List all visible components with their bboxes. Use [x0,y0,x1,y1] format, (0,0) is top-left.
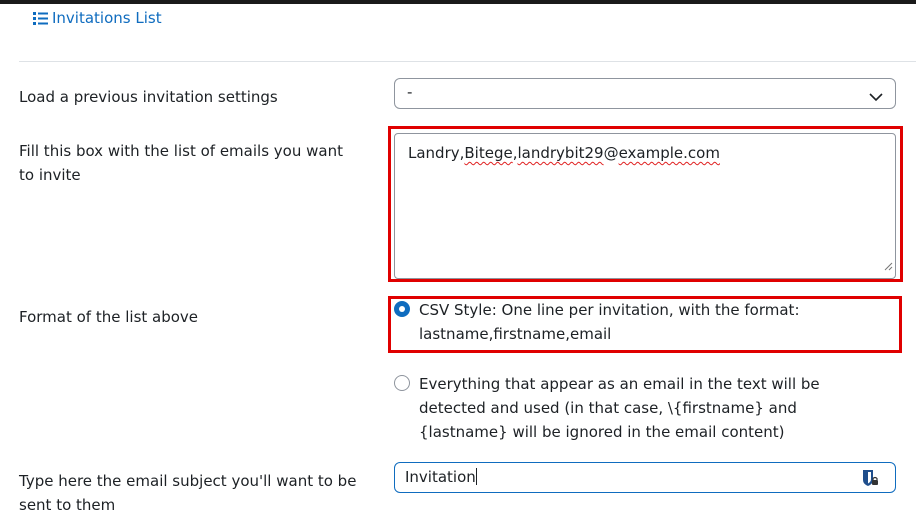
resize-grip-icon[interactable] [884,256,893,276]
detect-emails-radio[interactable] [394,375,410,391]
load-settings-selected-value: - [407,83,413,101]
invitations-list-link[interactable]: Invitations List [33,9,162,27]
emails-text-misspelled: example.com [618,144,720,162]
list-icon [33,11,48,25]
chevron-down-icon [869,88,883,106]
top-bar [0,0,916,4]
emails-text-part: @ [603,144,619,162]
detect-emails-option[interactable]: Everything that appear as an email in th… [394,372,894,444]
csv-style-radio[interactable] [394,301,410,317]
csv-style-option-label: CSV Style: One line per invitation, with… [419,301,800,343]
list-format-label: Format of the list above [19,308,199,326]
email-subject-value: Invitation [405,468,476,486]
emails-textarea[interactable]: Landry,Bitege,landrybit29@example.com [394,133,896,279]
password-manager-icon[interactable] [861,469,879,493]
email-subject-input[interactable]: Invitation [394,462,896,493]
csv-style-option[interactable]: CSV Style: One line per invitation, with… [394,298,894,346]
load-settings-select[interactable]: - [394,78,896,109]
detect-emails-option-label: Everything that appear as an email in th… [419,375,820,441]
email-subject-label: Type here the email subject you'll want … [19,472,357,514]
invitations-list-label: Invitations List [52,9,162,27]
text-caret [475,468,477,485]
emails-box-label: Fill this box with the list of emails yo… [19,142,343,184]
load-settings-label: Load a previous invitation settings [19,88,278,106]
emails-text-misspelled: Bitege [464,144,513,162]
emails-text-part: Landry, [408,144,465,162]
emails-text-misspelled: landrybit29 [517,144,604,162]
section-divider [19,61,916,62]
